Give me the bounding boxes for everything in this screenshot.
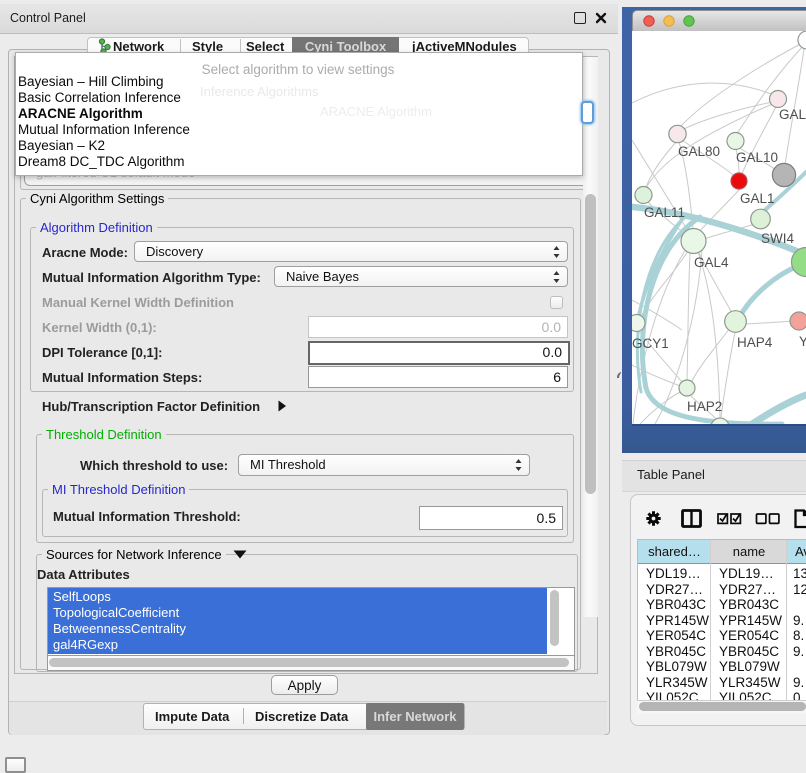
svg-text:GAL11: GAL11 bbox=[644, 205, 685, 220]
svg-text:SWI4: SWI4 bbox=[761, 231, 794, 246]
svg-text:GAL10: GAL10 bbox=[736, 150, 778, 165]
svg-text:HAP2: HAP2 bbox=[687, 399, 722, 414]
svg-text:GAL80: GAL80 bbox=[678, 144, 720, 159]
svg-text:GAL4: GAL4 bbox=[694, 255, 729, 270]
svg-text:GCY1: GCY1 bbox=[632, 336, 669, 351]
svg-text:YJ: YJ bbox=[799, 334, 806, 349]
svg-text:GAL1: GAL1 bbox=[740, 191, 775, 206]
svg-text:GAL7: GAL7 bbox=[779, 107, 806, 122]
svg-text:HAP4: HAP4 bbox=[737, 335, 773, 350]
